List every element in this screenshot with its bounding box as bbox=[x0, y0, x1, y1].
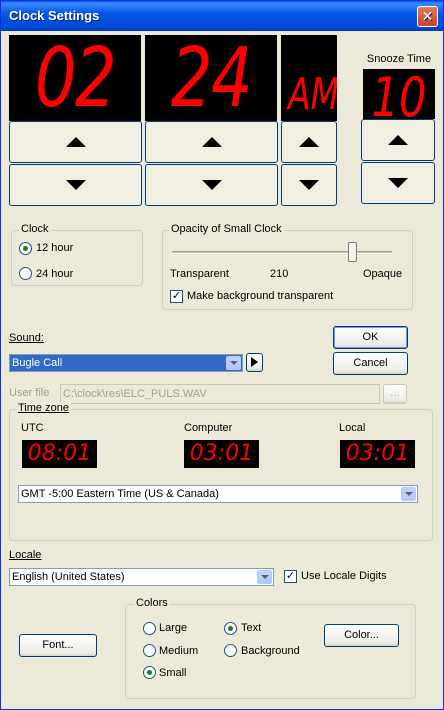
arrow-down-icon bbox=[201, 180, 222, 190]
computer-time-display: 03:01 bbox=[184, 440, 259, 468]
locale-select-value: English (United States) bbox=[12, 571, 125, 583]
play-sound-button[interactable] bbox=[246, 353, 263, 372]
local-time-display: 03:01 bbox=[340, 440, 415, 468]
snooze-down-button[interactable] bbox=[361, 162, 435, 204]
radio-large-label: Large bbox=[159, 622, 188, 634]
user-file-label: User file bbox=[9, 387, 50, 399]
colors-group-title: Colors bbox=[134, 597, 170, 609]
font-button[interactable]: Font... bbox=[19, 634, 97, 657]
arrow-down-icon bbox=[299, 180, 319, 190]
minute-down-button[interactable] bbox=[145, 164, 278, 206]
chevron-down-icon bbox=[404, 492, 413, 496]
close-button[interactable]: ✕ bbox=[417, 6, 438, 27]
opacity-group-title: Opacity of Small Clock bbox=[169, 223, 284, 235]
opacity-slider-thumb[interactable] bbox=[348, 242, 358, 262]
opacity-max-label: Opaque bbox=[363, 268, 403, 280]
color-button[interactable]: Color... bbox=[324, 624, 399, 647]
radio-24-hour-label: 24 hour bbox=[36, 268, 74, 280]
chevron-down-icon bbox=[260, 575, 269, 579]
arrow-down-icon bbox=[388, 178, 408, 188]
clock-group bbox=[11, 230, 143, 286]
opacity-slider-track[interactable] bbox=[172, 251, 392, 254]
arrow-up-icon bbox=[388, 135, 408, 145]
radio-text[interactable] bbox=[224, 622, 237, 635]
time-zone-title: Time zone bbox=[16, 402, 71, 414]
hour-digits: 02 bbox=[34, 35, 117, 121]
browse-button[interactable]: ... bbox=[383, 384, 407, 404]
ampm-up-button[interactable] bbox=[281, 121, 337, 163]
snooze-label: Snooze Time bbox=[366, 53, 432, 65]
time-zone-select-value: GMT -5:00 Eastern Time (US & Canada) bbox=[21, 488, 219, 500]
hour-display: 02 bbox=[9, 35, 141, 121]
time-zone-dropdown-arrow[interactable] bbox=[401, 487, 416, 501]
hour-up-button[interactable] bbox=[9, 121, 142, 163]
ok-button[interactable]: OK bbox=[333, 326, 408, 349]
locale-select[interactable]: English (United States) bbox=[9, 568, 274, 586]
chevron-down-icon bbox=[229, 361, 238, 365]
clock-settings-window: Clock Settings ✕ 02 24 AM Snooze Time 10… bbox=[0, 0, 444, 710]
title-bar: Clock Settings ✕ bbox=[1, 1, 443, 31]
sound-label: Sound: bbox=[9, 332, 44, 344]
arrow-up-icon bbox=[299, 137, 319, 147]
minute-display: 24 bbox=[145, 35, 277, 121]
ampm-text: AM bbox=[288, 69, 337, 120]
radio-background-label: Background bbox=[241, 645, 300, 657]
locale-dropdown-arrow[interactable] bbox=[257, 570, 272, 584]
cancel-button[interactable]: Cancel bbox=[333, 352, 408, 375]
use-locale-digits-checkbox[interactable]: ✓ bbox=[284, 570, 297, 583]
snooze-up-button[interactable] bbox=[361, 119, 435, 161]
transparent-background-label: Make background transparent bbox=[187, 290, 334, 302]
computer-label: Computer bbox=[184, 422, 233, 434]
ampm-down-button[interactable] bbox=[281, 164, 337, 206]
radio-small-label: Small bbox=[159, 667, 187, 679]
hour-down-button[interactable] bbox=[9, 164, 142, 206]
use-locale-digits-label: Use Locale Digits bbox=[301, 570, 387, 582]
sound-dropdown-arrow[interactable] bbox=[226, 356, 241, 370]
arrow-up-icon bbox=[201, 137, 222, 147]
sound-select[interactable]: Bugle Call bbox=[9, 354, 243, 372]
arrow-down-icon bbox=[65, 180, 86, 190]
radio-medium[interactable] bbox=[143, 644, 156, 657]
radio-12-hour[interactable] bbox=[19, 242, 32, 255]
snooze-display: 10 bbox=[363, 69, 435, 119]
time-zone-select[interactable]: GMT -5:00 Eastern Time (US & Canada) bbox=[18, 485, 418, 503]
utc-label: UTC bbox=[21, 422, 44, 434]
minute-up-button[interactable] bbox=[145, 121, 278, 163]
radio-large[interactable] bbox=[143, 622, 156, 635]
opacity-min-label: Transparent bbox=[170, 268, 229, 280]
radio-background[interactable] bbox=[224, 644, 237, 657]
close-icon: ✕ bbox=[421, 8, 434, 24]
snooze-digits: 10 bbox=[371, 69, 427, 119]
arrow-up-icon bbox=[65, 137, 86, 147]
opacity-value: 210 bbox=[270, 268, 289, 280]
radio-medium-label: Medium bbox=[159, 645, 199, 657]
play-icon bbox=[251, 357, 258, 368]
locale-label: Locale bbox=[9, 549, 42, 561]
radio-small[interactable] bbox=[143, 666, 156, 679]
transparent-background-checkbox[interactable]: ✓ bbox=[170, 290, 183, 303]
ampm-display: AM bbox=[281, 35, 337, 121]
user-file-path-field[interactable]: C:\clock\res\ELC_PULS.WAV bbox=[60, 384, 380, 404]
radio-12-hour-label: 12 hour bbox=[36, 242, 74, 254]
radio-24-hour[interactable] bbox=[19, 267, 32, 280]
window-title: Clock Settings bbox=[9, 8, 100, 23]
radio-text-label: Text bbox=[241, 622, 262, 634]
clock-group-title: Clock bbox=[19, 223, 51, 235]
local-label: Local bbox=[339, 422, 366, 434]
sound-select-value: Bugle Call bbox=[12, 357, 63, 369]
utc-time-display: 08:01 bbox=[22, 440, 97, 468]
minute-digits: 24 bbox=[170, 35, 253, 121]
